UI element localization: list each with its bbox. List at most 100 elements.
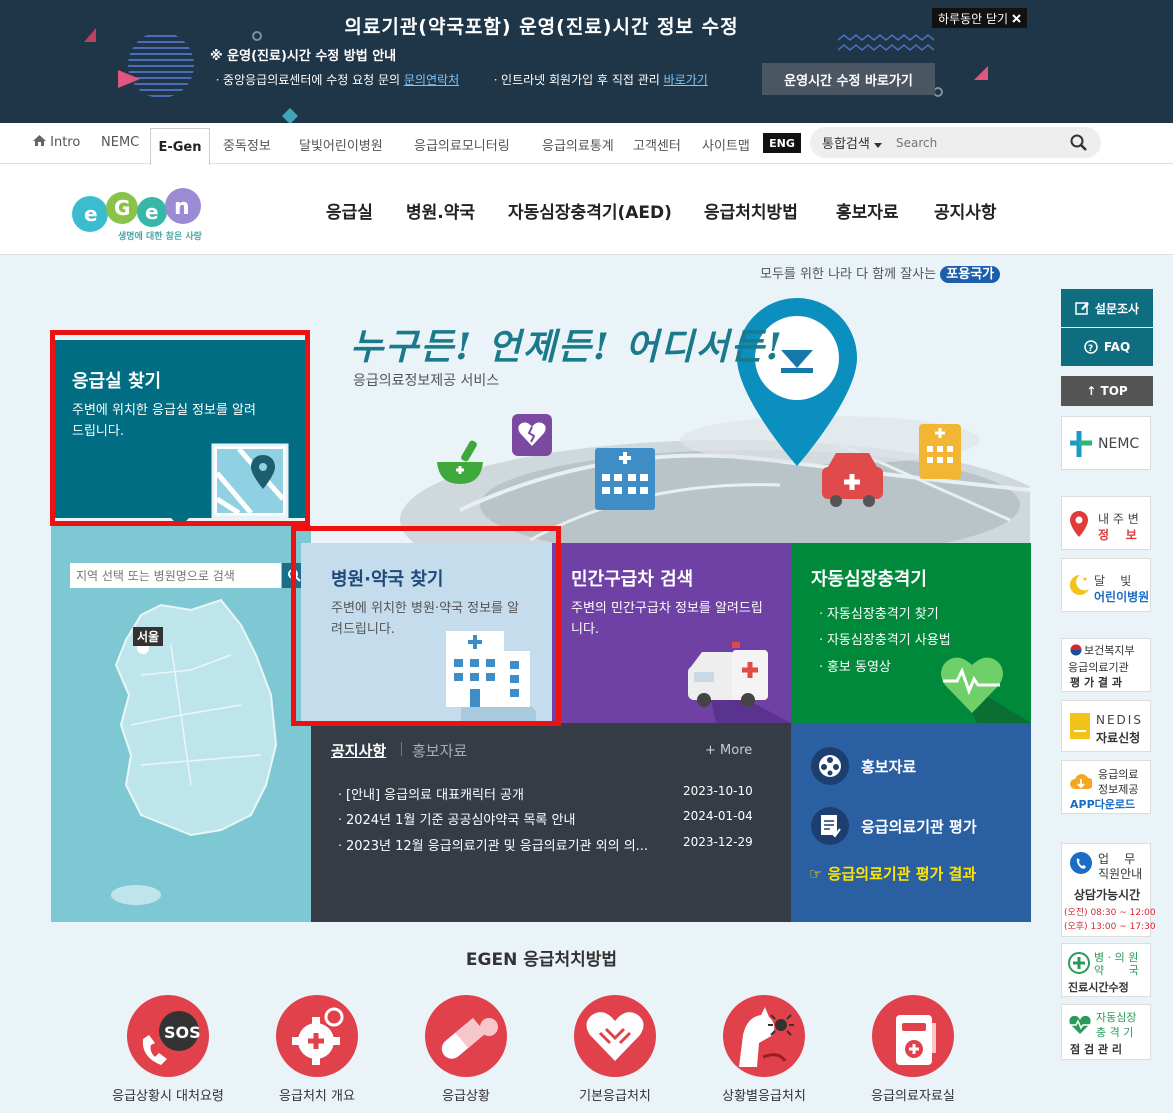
seoul-label[interactable]: 서울	[133, 627, 164, 646]
aed-card: 자동심장충격기 ㆍ자동심장충격기 찾기 ㆍ자동심장충격기 사용법 ㆍ홍보 동영상	[791, 543, 1031, 723]
nemc-label: NEMC	[1098, 436, 1140, 452]
app-download-link[interactable]: 응급의료 정보제공 APP다운로드	[1061, 760, 1151, 814]
search-scope-select[interactable]: 통합검색	[822, 133, 882, 152]
er-card-desc: 주변에 위치한 응급실 정보를 알려드립니다.	[72, 403, 256, 439]
nav-sitemap[interactable]: 사이트맵	[702, 135, 750, 154]
tab-promotion[interactable]: 홍보자료	[412, 740, 467, 761]
evaluation-results-link[interactable]: ☞ 응급의료기관 평가 결과	[809, 863, 976, 884]
notice-subtitle: ※ 운영(진료)시간 수정 방법 안내	[210, 49, 397, 64]
edit-hours-button[interactable]: 운영시간 수정 바로가기	[762, 63, 935, 95]
consult-hours-title: 상담가능시간	[1073, 888, 1141, 902]
aed-management-link[interactable]: 자동심장 충 격 기 점 검 관 리	[1061, 1004, 1151, 1060]
moonlight-hospital-link[interactable]: 달 빛 어린이병원	[1061, 558, 1151, 612]
phone-icon	[1070, 852, 1092, 874]
heart-hands-icon	[574, 995, 656, 1077]
first-aid-emergencies[interactable]: 응급상황	[391, 995, 541, 1104]
mohw-evaluation-link[interactable]: 보건복지부 응급의료기관 평 가 결 과	[1061, 638, 1151, 692]
promo-materials-link[interactable]: 홍보자료	[811, 747, 916, 785]
notice-line-text: ㆍ중앙응급의료센터에 수정 요청 문의	[212, 73, 404, 87]
question-icon: ?	[1084, 340, 1098, 354]
faq-label: FAQ	[1103, 340, 1131, 354]
cloud-download-icon	[1070, 774, 1092, 789]
nav-intro[interactable]: Intro	[33, 135, 80, 150]
nav-customer-center[interactable]: 고객센터	[633, 135, 681, 154]
private-ambulance-card[interactable]: 민간구급차 검색 주변의 민간구급차 정보를 알려드립니다.	[552, 543, 791, 723]
find-hospital-pharmacy-card[interactable]: 병원·약국 찾기 주변에 위치한 병원·약국 정보를 알려드립니다.	[301, 543, 552, 723]
english-button[interactable]: ENG	[763, 133, 801, 153]
first-aid-emergency-response[interactable]: SOS 응급상황시 대처요령	[93, 995, 243, 1104]
caret-down-icon	[873, 143, 882, 148]
nearby-label-1: 내 주 변	[1098, 512, 1139, 526]
korea-map-panel: 서울	[51, 525, 311, 922]
tab-egen[interactable]: E-Gen	[150, 128, 210, 165]
notice-line-text: ㆍ인트라넷 회원가입 후 직접 관리	[490, 73, 664, 87]
document-icon	[811, 807, 849, 845]
pill-icon	[425, 995, 507, 1077]
nedis-label-1: NEDIS	[1096, 713, 1143, 727]
aed-find-link[interactable]: ㆍ자동심장충격기 찾기	[815, 603, 939, 622]
first-aid-overview[interactable]: 응급처치 개요	[242, 995, 392, 1104]
nedis-link[interactable]: NEDIS 자료신청	[1061, 700, 1151, 752]
notice-row[interactable]: ㆍ[안내] 응급의료 대표캐릭터 공개 2023-10-10	[334, 784, 754, 803]
pink-triangle-decoration	[118, 70, 140, 88]
aedm-label-3: 점 검 관 리	[1070, 1043, 1122, 1056]
nav-poison-info[interactable]: 중독정보	[223, 135, 271, 154]
gnb-notices[interactable]: 공지사항	[934, 198, 997, 223]
moonlight-label-1: 달 빛	[1094, 574, 1132, 588]
location-pin-icon	[1070, 511, 1088, 537]
notice-row[interactable]: ㆍ2023년 12월 응급의료기관 및 응급의료기관 외의 의... 2023-…	[334, 835, 754, 854]
nemc-link[interactable]: NEMC	[1061, 416, 1151, 470]
slogan-text: 모두를 위한 나라 다 함께 잘사는	[760, 267, 941, 282]
survey-button[interactable]: 설문조사	[1061, 289, 1153, 327]
close-icon	[1012, 13, 1021, 23]
gnb-first-aid[interactable]: 응급처치방법	[704, 198, 798, 223]
gnb-emergency-room[interactable]: 응급실	[326, 198, 373, 223]
mohw-label-3: 평 가 결 과	[1070, 676, 1122, 689]
gnb-aed[interactable]: 자동심장충격기(AED)	[508, 198, 672, 223]
edit-icon	[1075, 302, 1089, 315]
contact-link[interactable]: 문의연락처	[404, 73, 459, 87]
notice-title: ㆍ2023년 12월 응급의료기관 및 응급의료기관 외의 의...	[334, 839, 649, 854]
faq-button[interactable]: ? FAQ	[1061, 328, 1153, 366]
first-aid-kit-icon	[872, 995, 954, 1077]
institution-evaluation-link[interactable]: 응급의료기관 평가	[811, 807, 977, 845]
nav-moonlight-hospital[interactable]: 달빛어린이병원	[299, 135, 383, 154]
notice-date: 2024-01-04	[683, 809, 753, 823]
egen-logo[interactable]: e G e n 생명에 대한 참은 사랑	[70, 184, 205, 248]
notice-date: 2023-12-29	[683, 835, 753, 849]
more-link[interactable]: + More	[705, 743, 752, 758]
aed-usage-link[interactable]: ㆍ자동심장충격기 사용법	[815, 629, 951, 648]
shortcut-link[interactable]: 바로가기	[664, 73, 708, 87]
mohw-label-1: 보건복지부	[1084, 644, 1135, 657]
first-aid-basic[interactable]: 기본응급처치	[540, 995, 690, 1104]
tab-notices[interactable]: 공지사항	[331, 740, 386, 761]
hospital-building-icon	[595, 448, 655, 510]
er-card-title: 응급실 찾기	[72, 371, 162, 392]
first-aid-resources[interactable]: 응급의료자료실	[838, 995, 988, 1104]
first-aid-label: 응급상황시 대처요령	[112, 1089, 224, 1104]
nav-monitoring[interactable]: 응급의료모니터링	[414, 135, 510, 154]
sos-icon: SOS	[127, 995, 209, 1077]
notice-line-intranet: ㆍ인트라넷 회원가입 후 직접 관리 바로가기	[490, 71, 708, 88]
ambulance-card-desc: 주변의 민간구급차 정보를 알려드립니다.	[571, 601, 763, 637]
app-label-2: 정보제공	[1098, 783, 1139, 796]
search-icon[interactable]	[1070, 134, 1087, 151]
gnb-promotion[interactable]: 홍보자료	[836, 198, 899, 223]
nav-statistics[interactable]: 응급의료통계	[542, 135, 614, 154]
search-input[interactable]	[895, 135, 1046, 150]
svg-text:G: G	[114, 196, 130, 220]
pink-triangle-decoration	[974, 66, 988, 80]
find-emergency-room-card[interactable]: 응급실 찾기 주변에 위치한 응급실 정보를 알려드립니다.	[55, 340, 310, 519]
nav-nemc[interactable]: NEMC	[101, 135, 139, 150]
survey-label: 설문조사	[1094, 301, 1140, 316]
notice-row[interactable]: ㆍ2024년 1월 기준 공공심야약국 목록 안내 2024-01-04	[334, 809, 754, 828]
utility-nav: Intro NEMC E-Gen 중독정보 달빛어린이병원 응급의료모니터링 응…	[0, 123, 1173, 165]
scroll-top-button[interactable]: ↑ TOP	[1061, 376, 1153, 406]
mortar-pestle-icon	[437, 440, 483, 484]
gnb-hospital-pharmacy[interactable]: 병원.약국	[406, 198, 475, 223]
close-for-day-button[interactable]: 하루동안 닫기	[932, 8, 1028, 28]
aed-video-link[interactable]: ㆍ홍보 동영상	[815, 656, 891, 675]
nearby-info-link[interactable]: 내 주 변 정 보	[1061, 496, 1151, 550]
document-icon	[1070, 713, 1090, 739]
first-aid-by-situation[interactable]: 상황별응급처치	[689, 995, 839, 1104]
